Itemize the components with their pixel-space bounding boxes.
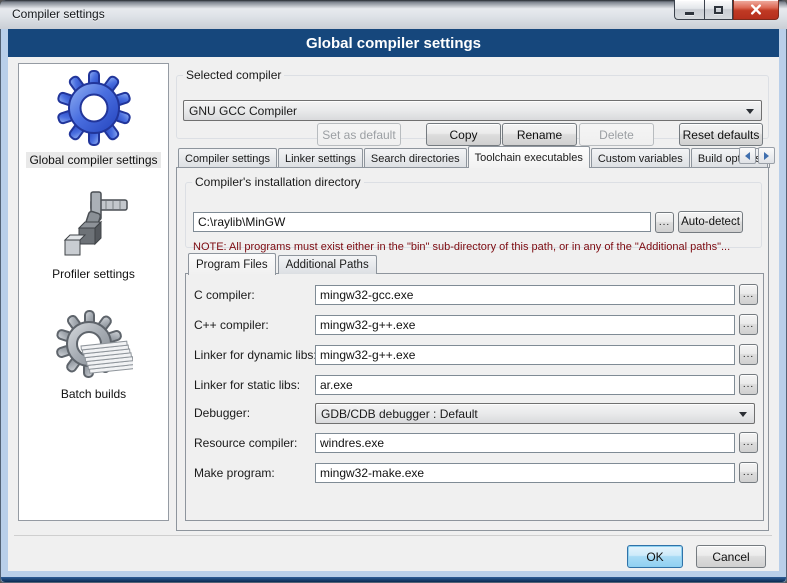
c-compiler-input[interactable]: [315, 285, 735, 305]
footer-divider: [14, 535, 772, 536]
dialog-header: Global compiler settings: [8, 29, 779, 57]
c-compiler-browse-button[interactable]: ...: [739, 284, 758, 305]
tab-compiler-settings[interactable]: Compiler settings: [178, 148, 277, 168]
page-title: Global compiler settings: [306, 35, 481, 52]
rename-button[interactable]: Rename: [502, 123, 577, 146]
installation-directory-input[interactable]: [193, 212, 651, 232]
field-row-debugger: Debugger: GDB/CDB debugger : Default: [186, 402, 763, 424]
cpp-compiler-label: C++ compiler:: [194, 314, 269, 336]
dynamic-linker-input[interactable]: [315, 345, 735, 365]
set-as-default-button: Set as default: [317, 123, 401, 146]
selected-compiler-group-label: Selected compiler: [183, 68, 284, 82]
tab-scroll-buttons: [737, 147, 775, 164]
selected-compiler-combobox[interactable]: GNU GCC Compiler: [183, 100, 762, 121]
window-title: Compiler settings: [12, 7, 105, 21]
cpp-compiler-browse-button[interactable]: ...: [739, 314, 758, 335]
tab-custom-variables[interactable]: Custom variables: [591, 148, 690, 168]
make-program-input[interactable]: [315, 463, 735, 483]
debugger-value: GDB/CDB debugger : Default: [321, 407, 478, 421]
auto-detect-button[interactable]: Auto-detect: [678, 211, 743, 233]
chevron-down-icon: [739, 412, 747, 417]
tab-linker-settings[interactable]: Linker settings: [278, 148, 363, 168]
ok-button[interactable]: OK: [627, 545, 683, 568]
debugger-label: Debugger:: [194, 402, 250, 424]
sidebar-item-label: Profiler settings: [49, 266, 138, 282]
sidebar-item-label: Global compiler settings: [26, 152, 160, 168]
field-row-resource-compiler: Resource compiler: ...: [186, 432, 763, 454]
field-row-cpp-compiler: C++ compiler: ...: [186, 314, 763, 336]
blue-gear-icon: [55, 68, 133, 148]
caliper-icon: [55, 188, 133, 262]
toolchain-executables-page: Compiler's installation directory ... Au…: [176, 167, 769, 531]
sidebar-item-profiler-settings[interactable]: Profiler settings: [19, 188, 168, 282]
gray-gear-icon: [55, 308, 133, 382]
close-icon: [750, 4, 762, 15]
field-row-dynamic-linker: Linker for dynamic libs: ...: [186, 344, 763, 366]
dynamic-linker-browse-button[interactable]: ...: [739, 344, 758, 365]
minimize-button[interactable]: [674, 0, 704, 20]
maximize-icon: [714, 6, 723, 14]
debugger-combobox[interactable]: GDB/CDB debugger : Default: [315, 403, 755, 424]
selected-compiler-value: GNU GCC Compiler: [189, 104, 297, 118]
copy-button[interactable]: Copy: [426, 123, 501, 146]
field-row-make-program: Make program: ...: [186, 462, 763, 484]
resource-compiler-label: Resource compiler:: [194, 432, 297, 454]
titlebar[interactable]: Compiler settings: [0, 0, 787, 29]
minimize-icon: [685, 12, 694, 15]
field-row-static-linker: Linker for static libs: ...: [186, 374, 763, 396]
tab-additional-paths[interactable]: Additional Paths: [278, 255, 377, 274]
resource-compiler-input[interactable]: [315, 433, 735, 453]
sidebar-item-global-compiler-settings[interactable]: Global compiler settings: [19, 68, 168, 168]
tab-toolchain-executables[interactable]: Toolchain executables: [468, 146, 590, 168]
delete-button: Delete: [579, 123, 654, 146]
selected-compiler-group: Selected compiler GNU GCC Compiler Set a…: [176, 68, 769, 139]
window-controls: [674, 0, 779, 20]
tab-search-directories[interactable]: Search directories: [364, 148, 467, 168]
program-paths-tabs: Program Files Additional Paths: [188, 252, 379, 274]
c-compiler-label: C compiler:: [194, 284, 255, 306]
installation-directory-label: Compiler's installation directory: [192, 175, 364, 189]
arrow-left-icon: [745, 152, 750, 160]
tab-program-files[interactable]: Program Files: [188, 253, 276, 275]
installation-directory-group: Compiler's installation directory ... Au…: [185, 175, 762, 248]
cancel-button[interactable]: Cancel: [696, 545, 766, 568]
sidebar-item-batch-builds[interactable]: Batch builds: [19, 308, 168, 402]
tab-scroll-right-button[interactable]: [758, 147, 775, 164]
installation-directory-browse-button[interactable]: ...: [655, 212, 674, 233]
resource-compiler-browse-button[interactable]: ...: [739, 432, 758, 453]
settings-tabs: Compiler settings Linker settings Search…: [176, 145, 770, 168]
maximize-button[interactable]: [704, 0, 733, 20]
chevron-down-icon: [746, 109, 754, 114]
close-button[interactable]: [733, 0, 779, 20]
category-sidebar: Global compiler settings: [18, 63, 169, 521]
arrow-right-icon: [764, 152, 769, 160]
window-bottom-edge: [1, 577, 786, 582]
reset-defaults-button[interactable]: Reset defaults: [679, 123, 763, 146]
make-program-browse-button[interactable]: ...: [739, 462, 758, 483]
cpp-compiler-input[interactable]: [315, 315, 735, 335]
compiler-settings-window: Compiler settings Global compiler settin…: [0, 0, 787, 583]
field-row-c-compiler: C compiler: ...: [186, 284, 763, 306]
sidebar-item-label: Batch builds: [58, 386, 129, 402]
static-linker-input[interactable]: [315, 375, 735, 395]
tab-scroll-left-button[interactable]: [739, 147, 756, 164]
static-linker-browse-button[interactable]: ...: [739, 374, 758, 395]
static-linker-label: Linker for static libs:: [194, 374, 300, 396]
make-program-label: Make program:: [194, 462, 275, 484]
dialog-body: Global compiler settings: [8, 57, 779, 571]
program-files-panel: C compiler: ... C++ compiler: ... Linker…: [185, 273, 764, 521]
dynamic-linker-label: Linker for dynamic libs:: [194, 344, 317, 366]
